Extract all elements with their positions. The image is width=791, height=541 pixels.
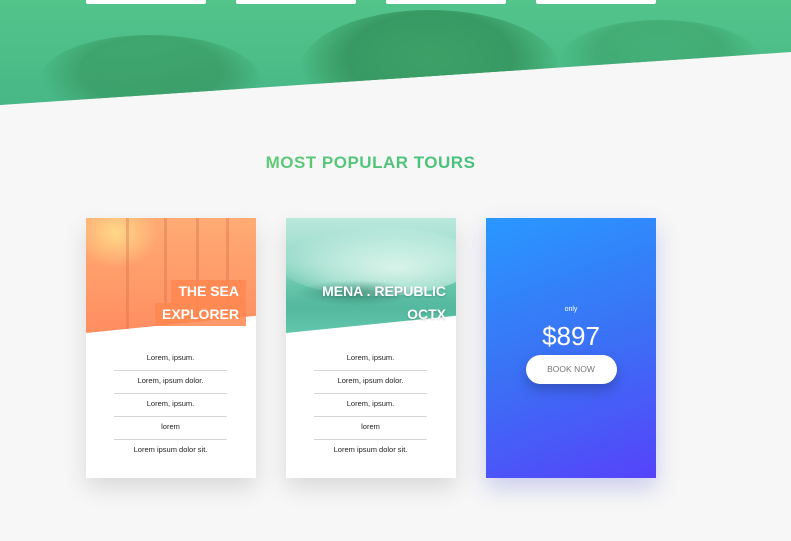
tour-card-heading-line: EXPLORER (154, 303, 246, 326)
hero-nav-tab[interactable] (86, 0, 206, 4)
tour-card-sea-explorer[interactable]: THE SEA EXPLORER Lorem, ipsum. Lorem, ip… (86, 218, 256, 478)
tour-detail-item: lorem (114, 417, 227, 440)
hero-overlay (0, 0, 791, 105)
tour-detail-item: Lorem, ipsum. (314, 348, 427, 371)
tour-card-heading: THE SEA EXPLORER (154, 280, 246, 326)
tour-card-heading-line: MENA . REPUBLIC (322, 283, 446, 299)
price-value: $897 (542, 321, 600, 351)
tour-card-heading-line: THE SEA (171, 280, 246, 303)
tour-price-card: only $897 BOOK NOW (486, 218, 656, 478)
tour-detail-item: Lorem ipsum dolor sit. (333, 445, 408, 454)
hero-nav-tab[interactable] (536, 0, 656, 4)
book-now-button[interactable]: BOOK NOW (525, 355, 617, 384)
tour-detail-item: Lorem, ipsum. (114, 394, 227, 417)
tour-detail-item: Lorem, ipsum. (314, 394, 427, 417)
tour-card-heading-line: OCTX (407, 306, 446, 322)
tour-card-heading: MENA . REPUBLIC OCTX (315, 280, 446, 326)
tour-detail-item: Lorem ipsum dolor sit. (133, 445, 208, 454)
hero-banner (0, 0, 791, 105)
hero-nav-tab[interactable] (386, 0, 506, 4)
price-box: only $897 BOOK NOW (486, 306, 656, 384)
tour-detail-item: lorem (314, 417, 427, 440)
price-only-label: only (564, 306, 578, 313)
tour-card-details: Lorem, ipsum. Lorem, ipsum dolor. Lorem,… (114, 348, 227, 463)
section-title: MOST POPULAR TOURS (0, 153, 741, 173)
tour-card-details: Lorem, ipsum. Lorem, ipsum dolor. Lorem,… (314, 348, 427, 463)
tour-detail-item: Lorem, ipsum dolor. (314, 371, 427, 394)
hero-nav-tab[interactable] (236, 0, 356, 4)
tour-detail-item: Lorem, ipsum. (114, 348, 227, 371)
tour-detail-item: Lorem, ipsum dolor. (114, 371, 227, 394)
hero-nav (0, 0, 791, 4)
tour-card-mena-republic[interactable]: MENA . REPUBLIC OCTX Lorem, ipsum. Lorem… (286, 218, 456, 478)
